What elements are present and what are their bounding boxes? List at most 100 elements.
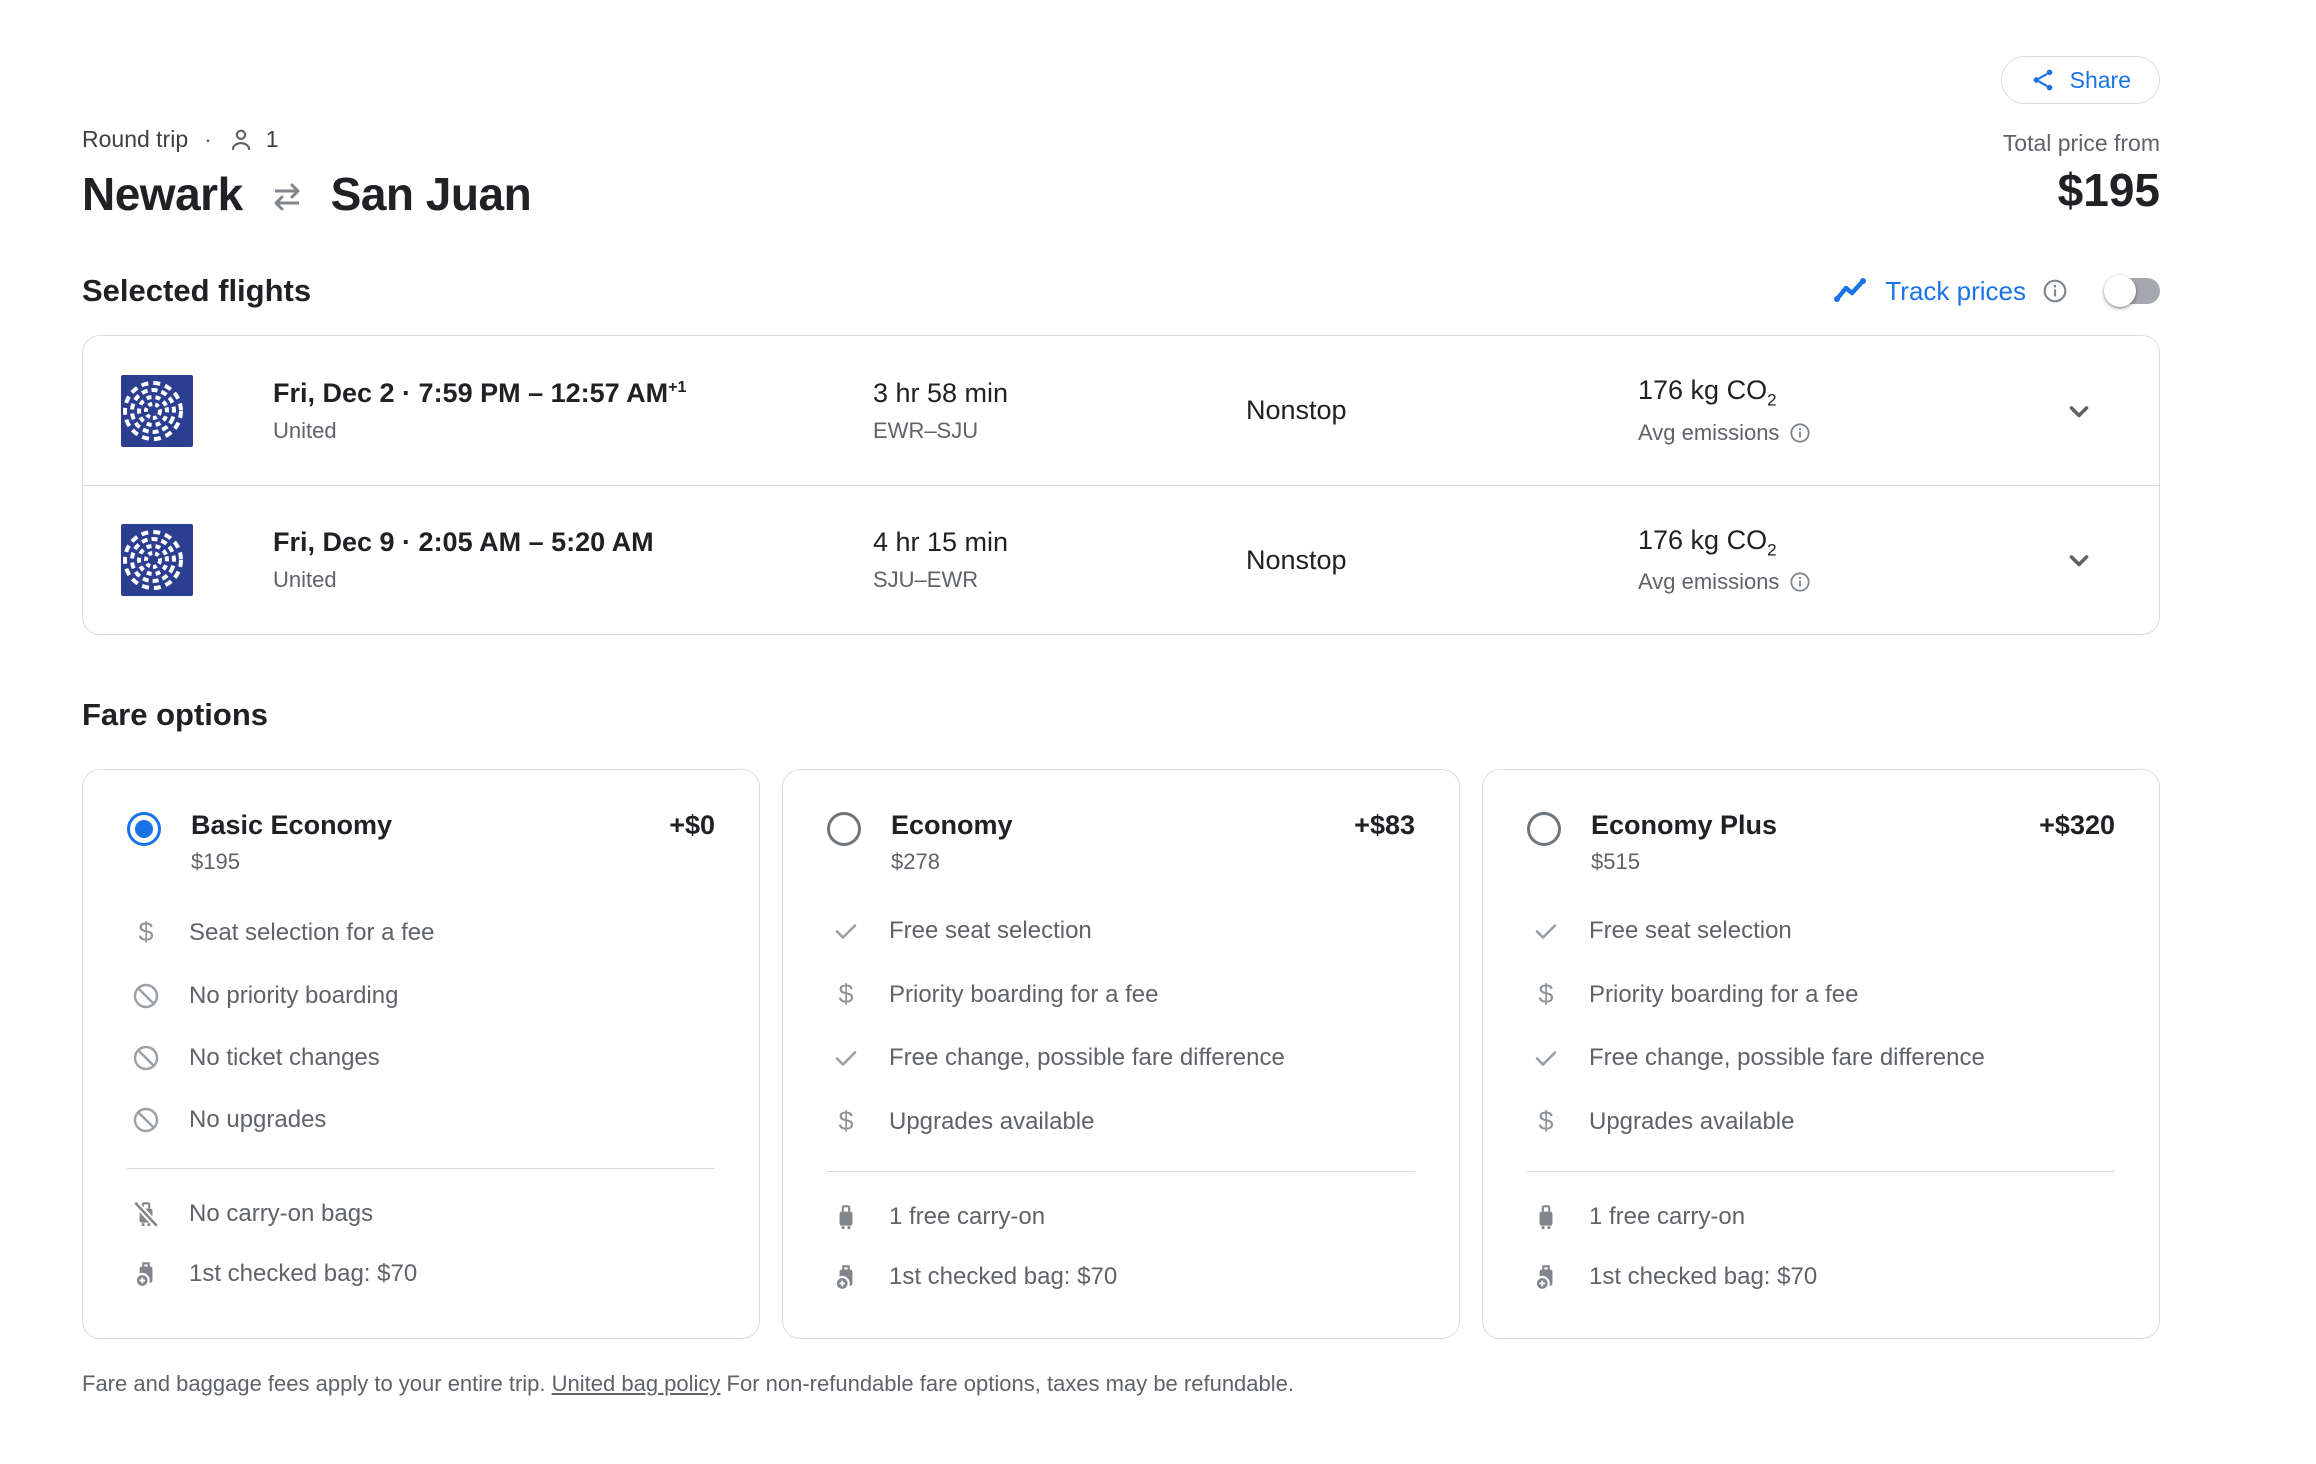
baggage-row: 1st checked bag: $70 [127, 1259, 715, 1289]
emissions-note: Avg emissions [1638, 569, 1779, 595]
info-icon[interactable] [1789, 422, 1811, 444]
checked-bag-fee-icon [1531, 1262, 1561, 1292]
track-prices-label[interactable]: Track prices [1885, 276, 2026, 307]
page-title: Newark San Juan [82, 167, 531, 221]
check-icon [832, 917, 860, 945]
header: Round trip · 1 Newark San Juan [82, 0, 2160, 221]
fare-card-economy[interactable]: Economy +$83 $278 Free seat selection [782, 769, 1460, 1339]
chevron-down-icon [2061, 542, 2097, 578]
feature-row: No upgrades [127, 1106, 715, 1134]
disclaimer-text-after: For non-refundable fare options, taxes m… [720, 1371, 1294, 1396]
destination-city: San Juan [331, 167, 532, 221]
fare-radio-unselected[interactable] [827, 812, 861, 846]
carry-on-bag-icon [831, 1202, 861, 1232]
checked-bag-fee-icon [131, 1259, 161, 1289]
flight-duration: 4 hr 15 min [873, 527, 1246, 558]
total-price-label: Total price from [2003, 130, 2160, 157]
baggage-section: 1 free carry-on 1st checked bag: $70 [1527, 1171, 2115, 1322]
flight-emissions-block: 176 kg CO2 Avg emissions [1638, 375, 2055, 445]
feature-row: Free seat selection [827, 917, 1415, 945]
toggle-knob [2104, 275, 2136, 307]
dollar-icon: $ [138, 917, 153, 948]
fare-card-economy-plus[interactable]: Economy Plus +$320 $515 Free seat select… [1482, 769, 2160, 1339]
disclaimer-text-before: Fare and baggage fees apply to your enti… [82, 1371, 552, 1396]
baggage-section: No carry-on bags 1st checked bag: $70 [127, 1168, 715, 1319]
dollar-icon: $ [838, 979, 853, 1010]
fare-price-delta: +$0 [669, 810, 715, 841]
emissions-value: 176 kg CO [1638, 375, 1767, 405]
fare-features-list: $ Seat selection for a fee No priority b… [127, 917, 715, 1168]
separator-dot: · [204, 126, 212, 153]
price-summary: Share Total price from $195 [2001, 56, 2160, 217]
fare-options-title: Fare options [82, 697, 268, 733]
expand-flight-button[interactable] [2055, 387, 2103, 435]
fare-options-grid: Basic Economy +$0 $195 $ Seat selection … [82, 769, 2160, 1339]
expand-flight-button[interactable] [2055, 536, 2103, 584]
baggage-row: 1st checked bag: $70 [1527, 1262, 2115, 1292]
chevron-down-icon [2061, 393, 2097, 429]
info-icon[interactable] [2042, 278, 2068, 304]
baggage-row: No carry-on bags [127, 1199, 715, 1229]
feature-row: $ Upgrades available [1527, 1106, 2115, 1137]
fare-radio-selected[interactable] [127, 812, 161, 846]
fare-radio-unselected[interactable] [1527, 812, 1561, 846]
selected-flights-header: Selected flights Track prices [82, 273, 2160, 309]
day-offset: +1 [668, 379, 686, 396]
checked-bag-fee-icon [831, 1262, 861, 1292]
not-available-icon [132, 1044, 160, 1072]
flight-route: SJU–EWR [873, 567, 1246, 593]
fare-features-list: Free seat selection $ Priority boarding … [1527, 917, 2115, 1171]
info-icon[interactable] [1789, 571, 1811, 593]
flight-stops-block: Nonstop [1246, 395, 1638, 426]
flight-duration-block: 4 hr 15 min SJU–EWR [873, 527, 1246, 593]
airline-name: United [273, 567, 873, 593]
trip-summary: Round trip · 1 Newark San Juan [82, 126, 531, 221]
check-icon [1532, 1044, 1560, 1072]
flight-row-return[interactable]: Fri, Dec 9 · 2:05 AM – 5:20 AM United 4 … [83, 485, 2159, 634]
share-icon [2030, 67, 2056, 93]
feature-row: No priority boarding [127, 982, 715, 1010]
flight-datetime: Fri, Dec 2 · 7:59 PM – 12:57 AM [273, 378, 668, 408]
not-available-icon [132, 1106, 160, 1134]
selected-flights-card: Fri, Dec 2 · 7:59 PM – 12:57 AM+1 United… [82, 335, 2160, 635]
origin-city: Newark [82, 167, 243, 221]
flight-route: EWR–SJU [873, 418, 1246, 444]
fare-name: Economy [891, 810, 1013, 841]
flight-booking-page: Round trip · 1 Newark San Juan [0, 0, 2316, 1437]
fare-name: Basic Economy [191, 810, 392, 841]
baggage-row: 1st checked bag: $70 [827, 1262, 1415, 1292]
flight-stops: Nonstop [1246, 545, 1638, 576]
track-prices-toggle[interactable] [2106, 278, 2160, 304]
check-icon [832, 1044, 860, 1072]
share-button[interactable]: Share [2001, 56, 2160, 104]
fare-card-header: Economy +$83 $278 [827, 810, 1415, 875]
flight-row-outbound[interactable]: Fri, Dec 2 · 7:59 PM – 12:57 AM+1 United… [83, 336, 2159, 485]
flight-duration: 3 hr 58 min [873, 378, 1246, 409]
fare-card-header: Economy Plus +$320 $515 [1527, 810, 2115, 875]
fare-options-header: Fare options [82, 697, 2160, 733]
emissions-subscript: 2 [1767, 540, 1776, 559]
person-icon [228, 127, 254, 153]
feature-row: $ Seat selection for a fee [127, 917, 715, 948]
total-price-value: $195 [2058, 163, 2160, 217]
fare-name: Economy Plus [1591, 810, 1777, 841]
feature-row: Free change, possible fare difference [1527, 1044, 2115, 1072]
swap-arrows-icon [265, 177, 309, 217]
feature-row: $ Priority boarding for a fee [827, 979, 1415, 1010]
fare-total-price: $515 [1591, 849, 2115, 875]
fare-card-basic-economy[interactable]: Basic Economy +$0 $195 $ Seat selection … [82, 769, 760, 1339]
feature-row: Free seat selection [1527, 917, 2115, 945]
dollar-icon: $ [1538, 979, 1553, 1010]
share-label: Share [2070, 67, 2131, 94]
fare-disclaimer: Fare and baggage fees apply to your enti… [82, 1371, 2160, 1397]
united-bag-policy-link[interactable]: United bag policy [552, 1371, 721, 1396]
check-icon [1532, 917, 1560, 945]
fare-card-header: Basic Economy +$0 $195 [127, 810, 715, 875]
flight-stops: Nonstop [1246, 395, 1638, 426]
feature-row: No ticket changes [127, 1044, 715, 1072]
dollar-icon: $ [1538, 1106, 1553, 1137]
united-airlines-logo [121, 524, 193, 596]
flight-datetime: Fri, Dec 9 · 2:05 AM – 5:20 AM [273, 527, 654, 557]
feature-row: $ Upgrades available [827, 1106, 1415, 1137]
united-airlines-logo [121, 375, 193, 447]
